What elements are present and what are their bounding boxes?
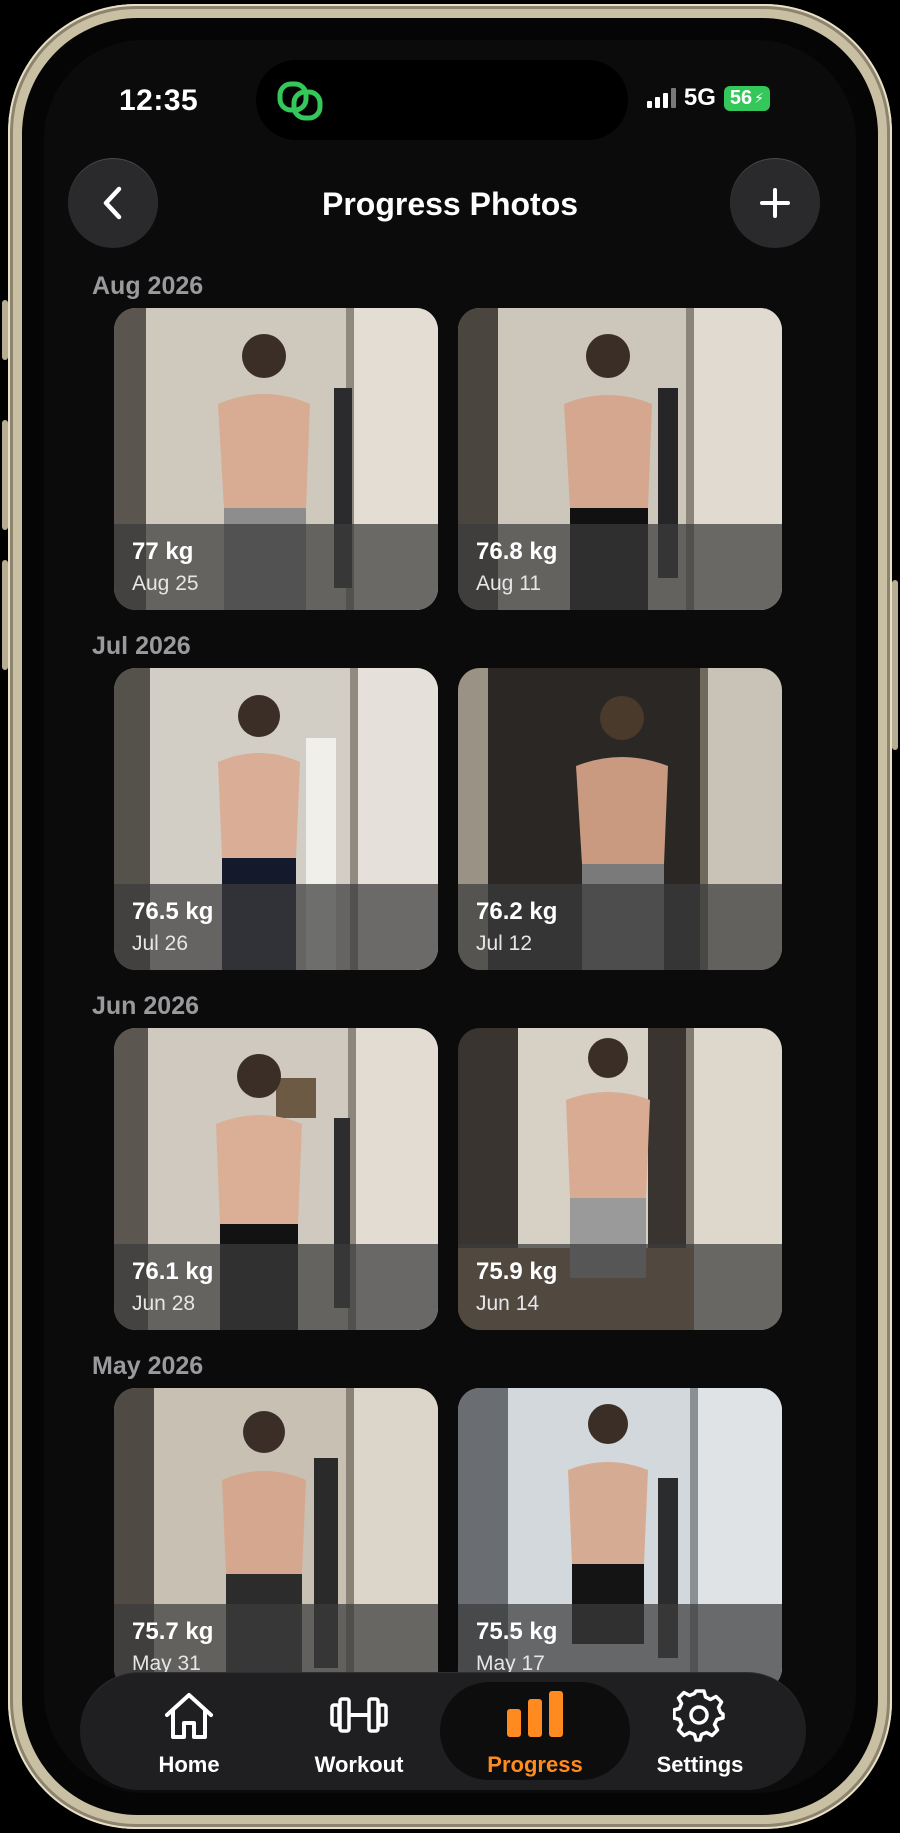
screen: 12:35 5G 56 ⚡ Progress Photos Aug 2026 7… [44, 40, 856, 1793]
plus-icon [760, 188, 790, 218]
tab-settings[interactable]: Settings [615, 1672, 785, 1790]
tab-progress[interactable]: Progress [450, 1672, 620, 1790]
tab-label: Home [158, 1752, 220, 1777]
network-type: 5G [683, 84, 716, 111]
photo-info-overlay [458, 524, 782, 610]
tab-home[interactable]: Home [104, 1672, 274, 1790]
tab-label: Workout [314, 1752, 404, 1777]
tab-label: Settings [656, 1752, 744, 1777]
photo-card[interactable]: 76.8 kg Aug 11 [458, 308, 782, 610]
month-header: Jul 2026 [92, 632, 191, 660]
tab-workout[interactable]: Workout [274, 1672, 444, 1790]
dumbbell-icon [330, 1697, 388, 1733]
photo-card[interactable]: 75.9 kg Jun 14 [458, 1028, 782, 1330]
mute-switch [2, 300, 8, 360]
photo-weight: 77 kg [132, 538, 194, 565]
photo-info-overlay [114, 524, 438, 610]
status-indicators: 5G 56 ⚡ [646, 84, 770, 112]
battery-level: 56 [729, 86, 753, 109]
photo-weight: 76.5 kg [132, 898, 214, 925]
bar-chart-icon [507, 1691, 563, 1737]
status-time: 12:35 [119, 84, 199, 117]
photo-date: Jun 28 [132, 1292, 196, 1315]
tab-label: Progress [487, 1752, 583, 1777]
charging-icon: ⚡ [754, 89, 764, 106]
app-logo-icon [277, 81, 323, 121]
photo-card[interactable]: 76.1 kg Jun 28 [114, 1028, 438, 1330]
photo-weight: 75.5 kg [476, 1618, 558, 1645]
photo-info-overlay [458, 1244, 782, 1330]
photo-weight: 76.2 kg [476, 898, 558, 925]
photo-card[interactable]: 77 kg Aug 25 [114, 308, 438, 610]
dynamic-island [256, 60, 628, 140]
month-header: Jun 2026 [92, 992, 200, 1020]
month-header: May 2026 [92, 1352, 204, 1380]
battery-indicator: 56 ⚡ [723, 85, 770, 111]
tab-bar: Home Workout Progress Settings [80, 1672, 806, 1790]
photo-info-overlay [114, 884, 438, 970]
photo-info-overlay [458, 884, 782, 970]
photo-weight: 76.1 kg [132, 1258, 214, 1285]
photo-card[interactable]: 75.7 kg May 31 [114, 1388, 438, 1690]
power-button [892, 580, 898, 750]
photo-card[interactable]: 75.5 kg May 17 [458, 1388, 782, 1690]
photo-date: Jul 26 [132, 932, 189, 955]
home-icon [165, 1693, 213, 1739]
photo-date: Aug 11 [476, 572, 541, 595]
photo-date: Jul 12 [476, 932, 533, 955]
signal-icon [646, 88, 676, 108]
volume-down-button [2, 560, 8, 670]
photo-date: Jun 14 [476, 1292, 540, 1315]
volume-up-button [2, 420, 8, 530]
photo-weight: 76.8 kg [476, 538, 558, 565]
photo-card[interactable]: 76.5 kg Jul 26 [114, 668, 438, 970]
month-header: Aug 2026 [92, 272, 204, 300]
photo-weight: 75.9 kg [476, 1258, 558, 1285]
photo-weight: 75.7 kg [132, 1618, 214, 1645]
add-photo-button[interactable] [730, 158, 820, 248]
gear-icon [673, 1689, 725, 1742]
photo-card[interactable]: 76.2 kg Jul 12 [458, 668, 782, 970]
photo-date: Aug 25 [132, 572, 199, 595]
photo-info-overlay [114, 1244, 438, 1330]
